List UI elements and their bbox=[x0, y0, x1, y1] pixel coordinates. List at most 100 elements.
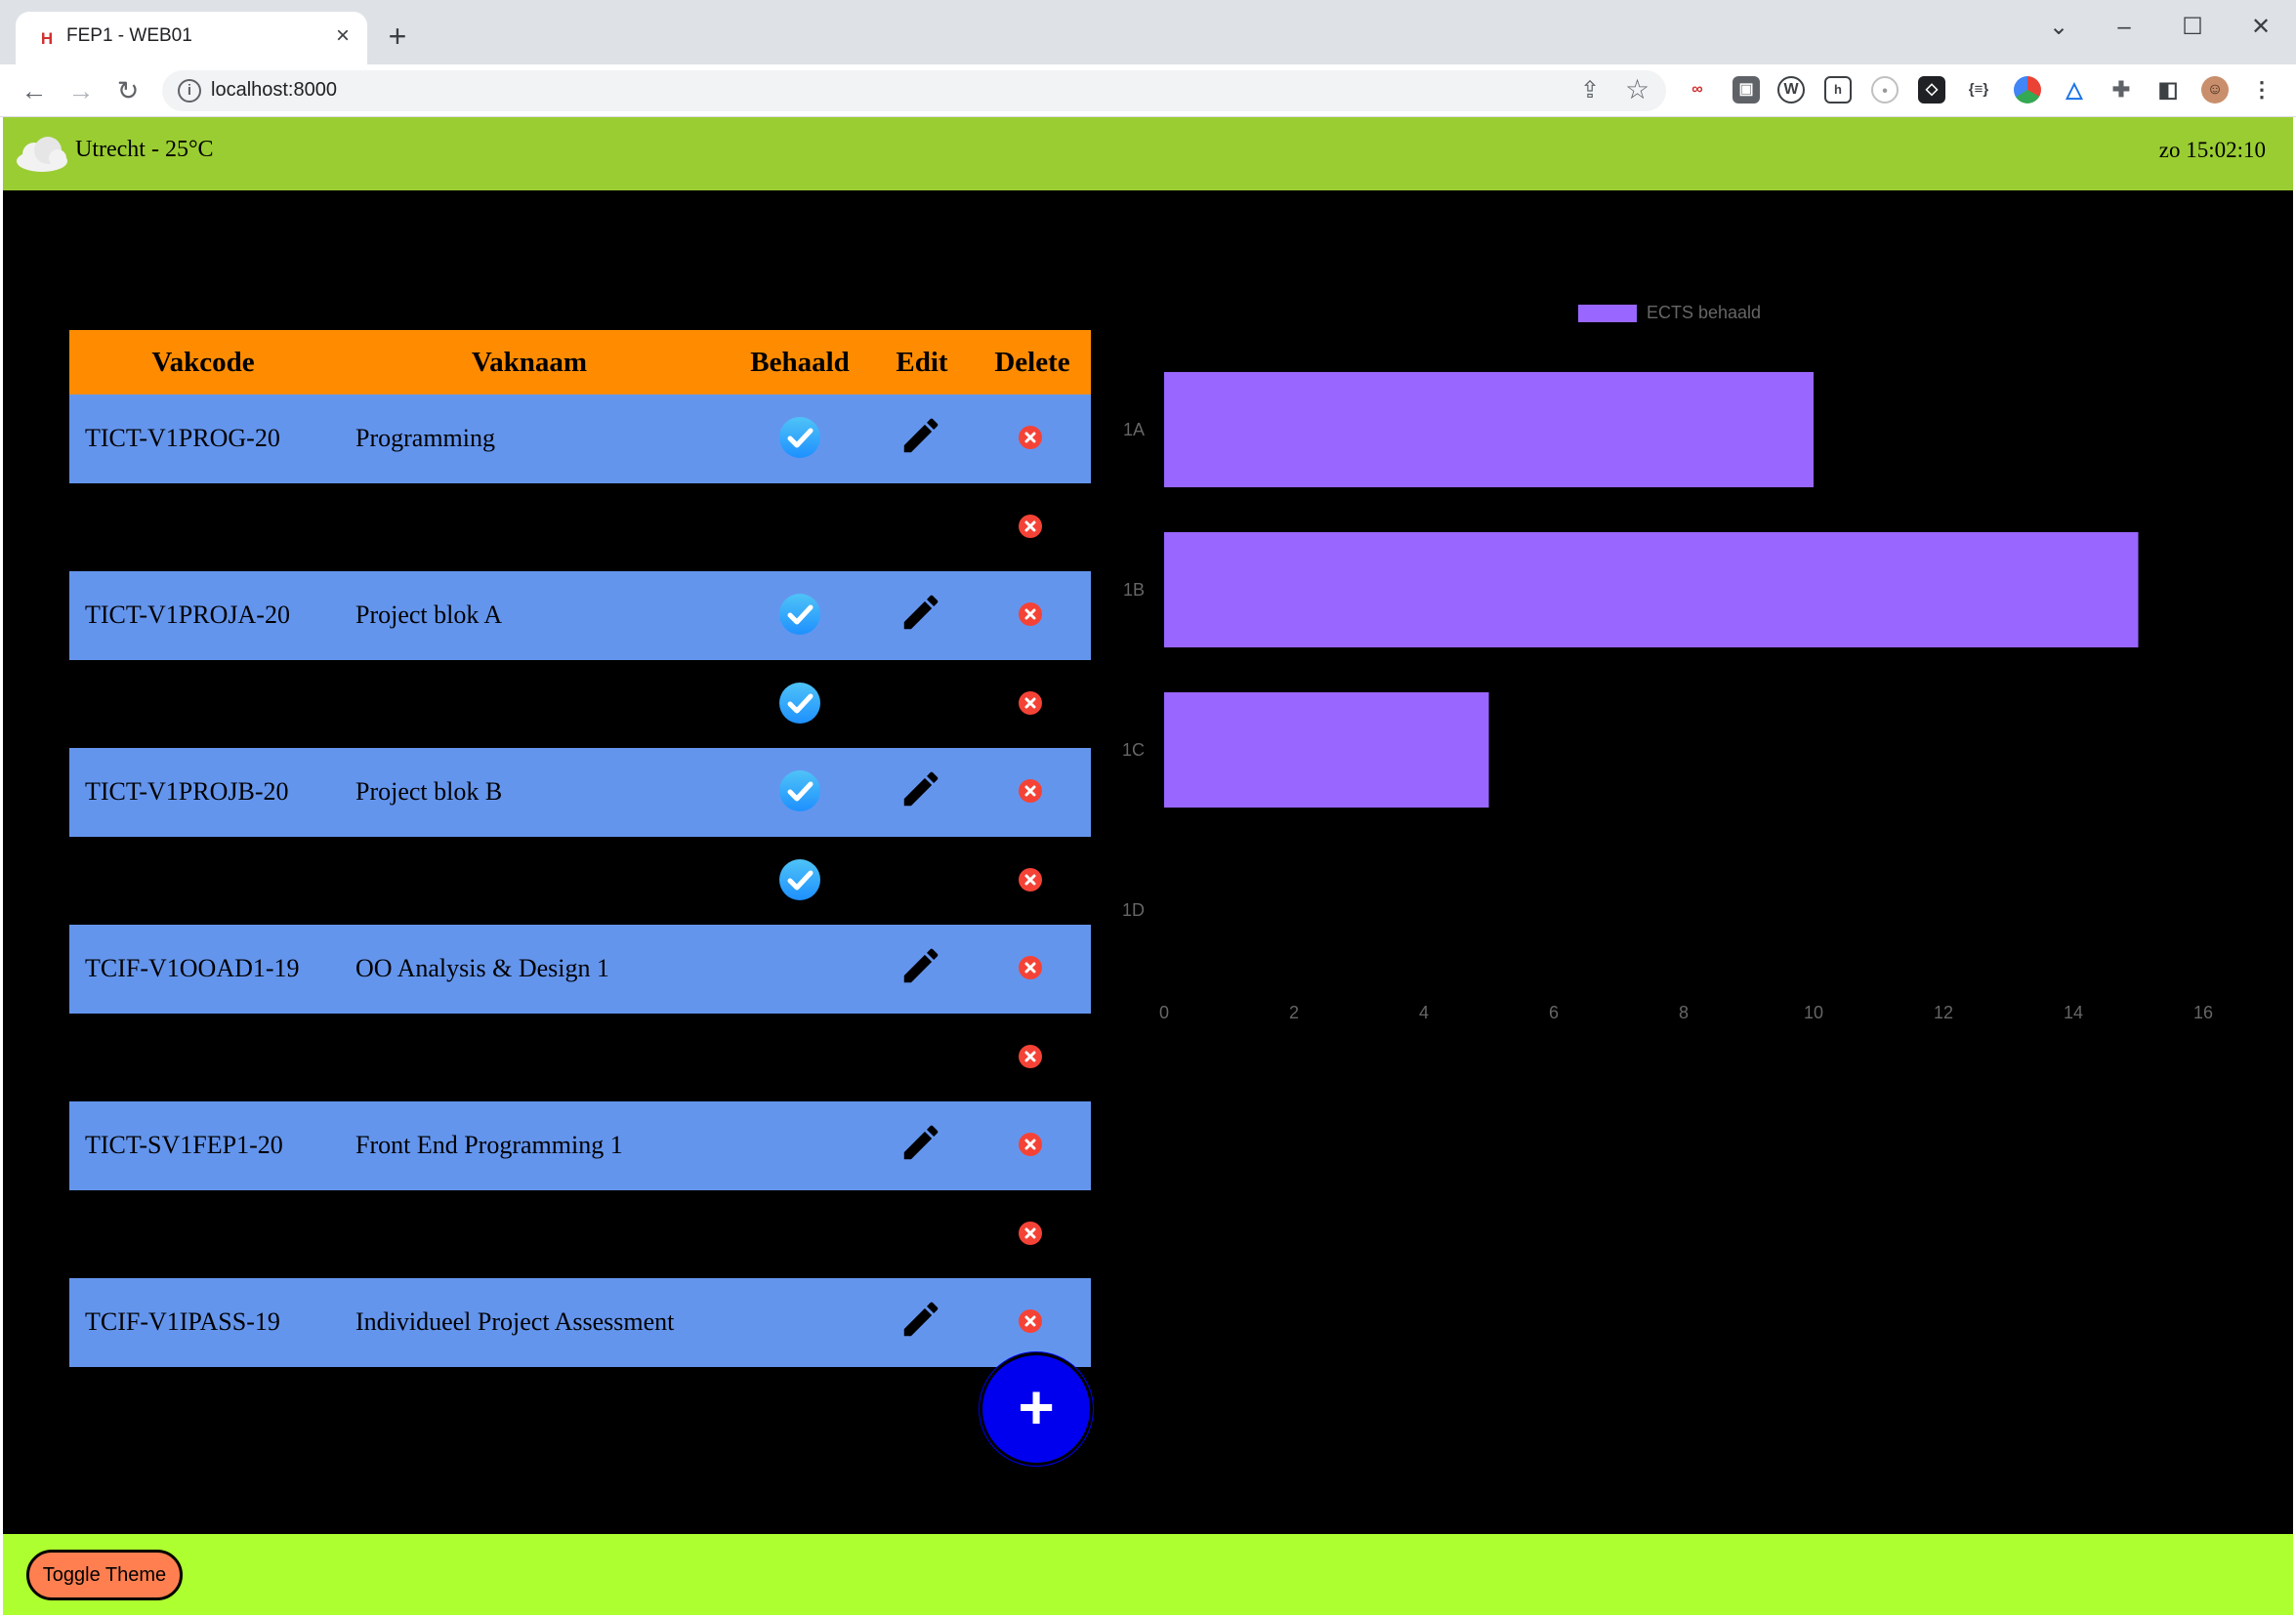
new-tab-button[interactable]: + bbox=[381, 20, 414, 53]
header-vaknaam: Vaknaam bbox=[471, 347, 588, 378]
extension-h-icon[interactable]: h bbox=[1824, 76, 1852, 104]
header-vakcode: Vakcode bbox=[151, 347, 255, 378]
y-tick-label: 1C bbox=[1122, 740, 1145, 760]
vaknaam-cell: OO Analysis & Design 1 bbox=[355, 954, 609, 982]
add-course-button[interactable]: + bbox=[980, 1352, 1093, 1466]
vaknaam-cell: Project blok A bbox=[355, 601, 503, 629]
address-bar[interactable]: i localhost:8000 ⇪ ☆ bbox=[162, 70, 1666, 111]
site-info-icon[interactable]: i bbox=[178, 79, 201, 103]
extensions-puzzle-icon[interactable]: ✚ bbox=[2108, 76, 2135, 104]
delete-x-icon[interactable] bbox=[1018, 514, 1043, 539]
minimize-button[interactable]: – bbox=[2105, 8, 2144, 47]
tab-search-icon[interactable]: ⌄ bbox=[2039, 8, 2078, 47]
course-table: Vakcode Vaknaam Behaald Edit Delete TICT… bbox=[69, 330, 1091, 1367]
page-header: Utrecht - 25°C zo 15:02:10 bbox=[3, 117, 2293, 190]
weather-text: Utrecht - 25°C bbox=[75, 137, 214, 162]
table-row: TICT-V1PROJB-20 Project blok B bbox=[69, 748, 1091, 837]
vakcode-cell: TICT-V1PROJB-20 bbox=[85, 777, 289, 806]
delete-x-icon[interactable] bbox=[1018, 867, 1043, 892]
browser-tab[interactable]: H FEP1 - WEB01 × bbox=[16, 12, 367, 64]
side-panel-icon[interactable]: ◧ bbox=[2154, 76, 2182, 104]
table-row bbox=[69, 660, 1091, 749]
pencil-icon[interactable] bbox=[898, 1297, 943, 1342]
delete-x-icon[interactable] bbox=[1018, 1221, 1043, 1246]
main-content: Vakcode Vaknaam Behaald Edit Delete TICT… bbox=[3, 190, 2293, 1534]
extension-2-icon[interactable]: ▣ bbox=[1732, 76, 1760, 104]
url-text[interactable]: localhost:8000 bbox=[211, 79, 337, 102]
back-button[interactable]: ← bbox=[16, 72, 53, 109]
delete-x-icon[interactable] bbox=[1018, 425, 1043, 450]
bar-1a[interactable] bbox=[1164, 371, 1814, 488]
x-tick-label: 10 bbox=[1804, 1003, 1823, 1022]
bar-1c[interactable] bbox=[1164, 691, 1489, 808]
extension-1-icon[interactable]: ∞ bbox=[1684, 76, 1711, 104]
bookmark-star-icon[interactable]: ☆ bbox=[1625, 73, 1649, 105]
pencil-icon[interactable] bbox=[898, 590, 943, 635]
vakcode-cell: TCIF-V1IPASS-19 bbox=[85, 1307, 280, 1336]
profile-avatar[interactable]: ☺ bbox=[2201, 76, 2229, 104]
pencil-icon[interactable] bbox=[898, 767, 943, 811]
vakcode-cell: TICT-SV1FEP1-20 bbox=[85, 1131, 283, 1159]
x-tick-label: 2 bbox=[1289, 1003, 1299, 1022]
delete-x-icon[interactable] bbox=[1018, 1044, 1043, 1069]
header-behaald: Behaald bbox=[750, 347, 850, 378]
x-tick-label: 8 bbox=[1679, 1003, 1689, 1022]
x-tick-label: 6 bbox=[1549, 1003, 1559, 1022]
table-row: TCIF-V1OOAD1-19 OO Analysis & Design 1 bbox=[69, 925, 1091, 1014]
extension-6-icon[interactable]: ◇ bbox=[1918, 76, 1945, 104]
delete-x-icon[interactable] bbox=[1018, 778, 1043, 804]
delete-x-icon[interactable] bbox=[1018, 690, 1043, 716]
json-extension-icon[interactable]: {≡} bbox=[1965, 76, 1992, 104]
close-window-button[interactable]: ✕ bbox=[2241, 8, 2280, 47]
x-tick-label: 14 bbox=[2064, 1003, 2083, 1022]
tab-close-icon[interactable]: × bbox=[328, 21, 357, 51]
y-tick-label: 1D bbox=[1122, 900, 1145, 920]
ects-bar-chart: ECTS behaald 1A 1B 1C 1D 0 2 4 6 8 10 12 14 16 bbox=[1122, 303, 2213, 1022]
vaknaam-cell: Programming bbox=[355, 424, 495, 452]
delete-x-icon[interactable] bbox=[1018, 1132, 1043, 1157]
toggle-theme-button[interactable]: Toggle Theme bbox=[26, 1550, 183, 1600]
delete-x-icon[interactable] bbox=[1018, 955, 1043, 980]
check-circle-icon[interactable] bbox=[777, 857, 822, 902]
reload-button[interactable]: ↻ bbox=[109, 72, 146, 109]
table-row bbox=[69, 1190, 1091, 1279]
legend-swatch bbox=[1578, 305, 1637, 322]
check-circle-icon[interactable] bbox=[777, 592, 822, 637]
maximize-button[interactable]: ☐ bbox=[2173, 8, 2212, 47]
table-row: TCIF-V1IPASS-19 Individueel Project Asses… bbox=[69, 1278, 1091, 1367]
check-circle-icon[interactable] bbox=[777, 768, 822, 813]
delete-x-icon[interactable] bbox=[1018, 601, 1043, 627]
share-icon[interactable]: ⇪ bbox=[1580, 76, 1600, 104]
extension-triangle-icon[interactable]: △ bbox=[2061, 76, 2088, 104]
x-tick-label: 12 bbox=[1934, 1003, 1953, 1022]
vakcode-cell: TICT-V1PROJA-20 bbox=[85, 601, 290, 629]
table-row bbox=[69, 1014, 1091, 1102]
legend-label: ECTS behaald bbox=[1647, 303, 1761, 322]
forward-button[interactable]: → bbox=[63, 72, 100, 109]
header-delete: Delete bbox=[994, 347, 1070, 378]
bar-1b[interactable] bbox=[1164, 531, 2139, 648]
table-row bbox=[69, 483, 1091, 572]
browser-tab-strip: H FEP1 - WEB01 × + ⌄ – ☐ ✕ bbox=[0, 0, 2296, 64]
cloud-icon bbox=[17, 137, 67, 172]
clock-text: zo 15:02:10 bbox=[2158, 138, 2266, 162]
header-edit: Edit bbox=[896, 347, 948, 378]
page-footer: Toggle Theme bbox=[3, 1534, 2293, 1615]
tab-title: FEP1 - WEB01 bbox=[66, 25, 192, 46]
y-tick-label: 1A bbox=[1123, 420, 1145, 439]
delete-x-icon[interactable] bbox=[1018, 1308, 1043, 1334]
color-extension-icon[interactable] bbox=[2014, 76, 2041, 104]
vakcode-cell: TICT-V1PROG-20 bbox=[85, 424, 280, 452]
vaknaam-cell: Project blok B bbox=[355, 777, 503, 806]
check-circle-icon[interactable] bbox=[777, 415, 822, 460]
x-tick-label: 4 bbox=[1419, 1003, 1429, 1022]
pencil-icon[interactable] bbox=[898, 943, 943, 988]
browser-menu-icon[interactable]: ⋮ bbox=[2248, 76, 2275, 104]
y-tick-label: 1B bbox=[1123, 580, 1145, 600]
tab-favicon-icon: H bbox=[40, 29, 54, 48]
extension-5-icon[interactable]: • bbox=[1871, 76, 1899, 104]
check-circle-icon[interactable] bbox=[777, 681, 822, 726]
pencil-icon[interactable] bbox=[898, 1120, 943, 1165]
pencil-icon[interactable] bbox=[898, 413, 943, 458]
wordpress-extension-icon[interactable]: W bbox=[1777, 76, 1805, 104]
